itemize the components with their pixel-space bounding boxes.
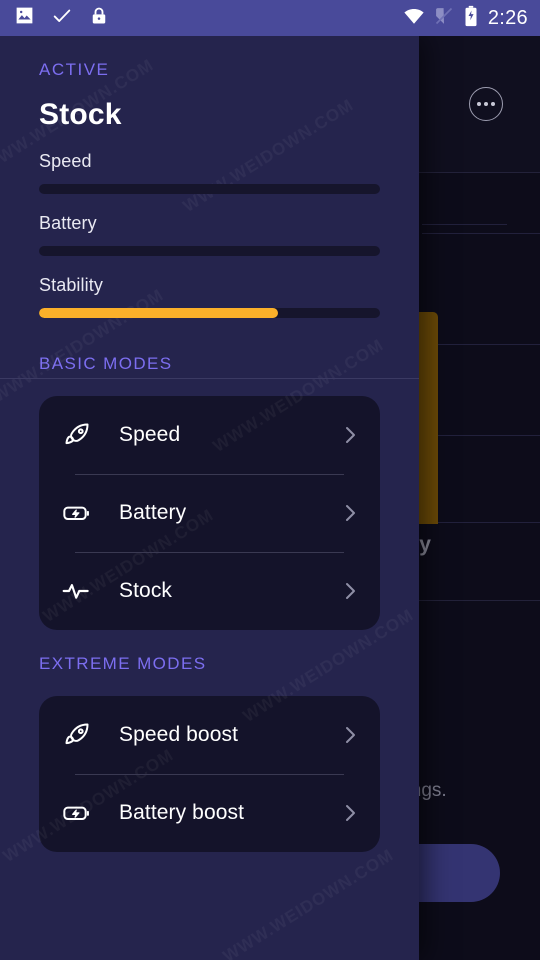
chart-gridline (422, 233, 540, 234)
mode-item-battery[interactable]: Battery (57, 474, 362, 552)
check-icon (51, 5, 73, 32)
mode-item-speed[interactable]: Speed (57, 396, 362, 474)
stat-label: Battery (39, 213, 97, 233)
drawer-section-divider (0, 378, 419, 379)
clock: 2:26 (487, 6, 528, 29)
chart-gridline (437, 435, 540, 436)
wifi-icon (403, 5, 425, 32)
stat-progress-track (39, 308, 380, 318)
stat-progress-track (39, 246, 380, 256)
rocket-icon (57, 420, 97, 450)
battery-bolt-icon (57, 797, 97, 829)
extreme-modes-card: Speed boost Battery boost (39, 696, 380, 852)
stat-speed: Speed (39, 151, 380, 194)
battery-bolt-icon (57, 497, 97, 529)
pulse-icon (57, 575, 97, 607)
chevron-right-icon (338, 423, 362, 447)
chevron-right-icon (338, 801, 362, 825)
mode-label: Battery boost (119, 801, 245, 824)
section-heading: BASIC MODES (39, 354, 173, 373)
active-kicker: ACTIVE (39, 60, 110, 79)
more-options-icon[interactable] (469, 87, 503, 121)
status-bar: 2:26 (0, 0, 540, 36)
lock-icon (89, 6, 109, 31)
mode-item-battery-boost[interactable]: Battery boost (57, 774, 362, 852)
no-sim-icon (434, 6, 454, 31)
mode-item-stock[interactable]: Stock (57, 552, 362, 630)
rocket-icon (57, 720, 97, 750)
chevron-right-icon (338, 501, 362, 525)
status-bar-right: 2:26 (403, 5, 540, 32)
image-icon (14, 5, 35, 31)
battery-charging-icon (463, 5, 479, 32)
status-bar-left (0, 5, 109, 32)
chart-gridline (437, 344, 540, 345)
navigation-drawer: WWW.WEIDOWN.COM WWW.WEIDOWN.COM WWW.WEID… (0, 36, 419, 960)
active-mode-panel: ACTIVE Stock Speed Battery Stability (0, 36, 419, 318)
mode-item-speed-boost[interactable]: Speed boost (57, 696, 362, 774)
chevron-right-icon (338, 723, 362, 747)
section-heading: EXTREME MODES (39, 654, 207, 673)
section-extreme-modes: EXTREME MODES Speed boost Battery boost (0, 654, 419, 852)
watermark-text: WWW.WEIDOWN.COM (220, 845, 398, 960)
active-mode-title: Stock (39, 98, 122, 131)
stat-label: Stability (39, 275, 103, 295)
mode-label: Stock (119, 579, 173, 602)
chevron-right-icon (338, 579, 362, 603)
stat-battery: Battery (39, 213, 380, 256)
stat-stability: Stability (39, 275, 380, 318)
stat-progress-track (39, 184, 380, 194)
basic-modes-card: Speed Battery Stock (39, 396, 380, 630)
mode-label: Battery (119, 501, 187, 524)
screen: lity ttings. WWW.WEIDOWN.COM WWW.WEIDOWN… (0, 0, 540, 960)
mode-label: Speed (119, 423, 181, 446)
section-basic-modes: BASIC MODES Speed Battery Stock (0, 354, 419, 630)
mode-label: Speed boost (119, 723, 239, 746)
stat-progress-fill (39, 308, 278, 318)
chart-gridline (437, 522, 540, 523)
stat-label: Speed (39, 151, 92, 171)
chart-gridline (422, 224, 507, 225)
